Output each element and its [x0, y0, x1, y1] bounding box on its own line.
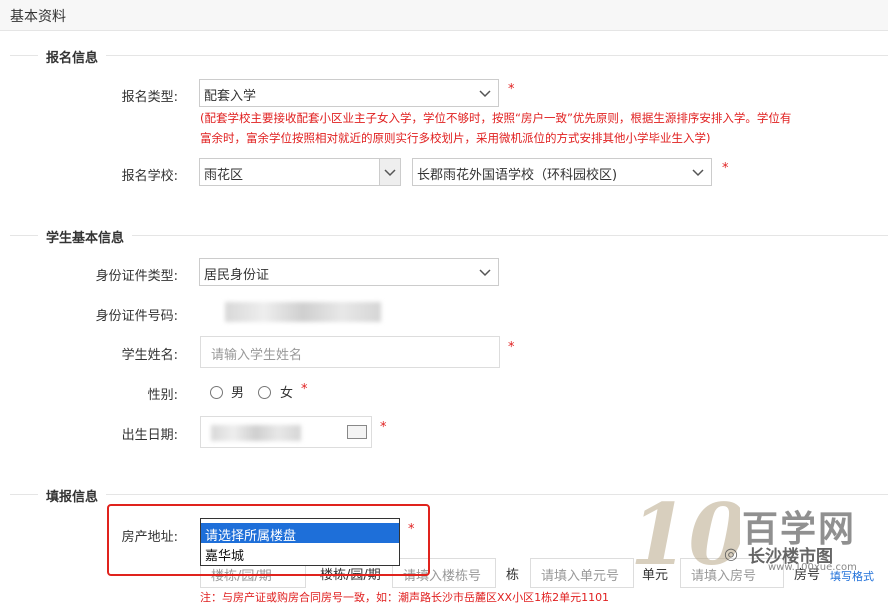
gender-male-radio[interactable]	[210, 386, 223, 399]
format-link[interactable]: 填写格式	[830, 568, 874, 584]
enroll-school-label: 报名学校:	[121, 169, 178, 184]
section-title-student: 学生基本信息	[38, 227, 133, 246]
school-value: 长郡雨花外国语学校（环科园校区)	[417, 168, 618, 183]
id-number-label: 身份证件号码:	[95, 309, 178, 324]
section-divider	[10, 235, 888, 236]
gender-female-label: 女	[280, 386, 294, 401]
chevron-down-icon	[384, 169, 396, 177]
student-name-label: 学生姓名:	[121, 348, 178, 363]
birth-date-input[interactable]	[200, 416, 372, 448]
building-unit-text: 栋	[506, 568, 520, 583]
enroll-type-value: 配套入学	[204, 89, 257, 104]
enroll-type-select[interactable]: 配套入学	[199, 79, 499, 107]
unit-number-placeholder: 请填入单元号	[541, 569, 620, 584]
section-title-fill: 填报信息	[38, 486, 107, 505]
gender-male-label: 男	[231, 386, 245, 401]
chevron-down-icon	[479, 90, 491, 98]
required-mark: *	[722, 161, 729, 176]
required-mark: *	[301, 382, 308, 397]
id-type-value: 居民身份证	[204, 268, 270, 283]
calendar-icon[interactable]	[347, 425, 367, 439]
watermark-wechat-account: 长沙楼市图	[748, 547, 833, 567]
enroll-note-line2: 富余时，富余学位按照相对就近的原则实行多校划片，采用微机派位的方式安排其他小学毕…	[200, 131, 711, 145]
footer-note: 注：与房产证或购房合同房号一致，如：潮声路长沙市岳麓区XX小区1栋2单元1101	[200, 591, 610, 604]
enroll-note: (配套学校主要接收配套小区业主子女入学，学位不够时，按照“房户一致”优先原则，根…	[200, 108, 840, 148]
school-select[interactable]: 长郡雨花外国语学校（环科园校区)	[412, 158, 712, 186]
student-name-input[interactable]: 请输入学生姓名	[200, 336, 500, 368]
section-divider	[10, 55, 888, 56]
required-mark: *	[508, 82, 515, 97]
page-title: 基本资料	[10, 9, 66, 25]
section-title-enroll: 报名信息	[38, 47, 107, 66]
required-mark: *	[508, 340, 515, 355]
page-header: 基本资料	[0, 0, 888, 31]
id-number-blurred	[225, 302, 381, 322]
required-mark: *	[380, 420, 387, 435]
birth-date-label: 出生日期:	[121, 428, 178, 443]
gender-label: 性别:	[147, 388, 178, 403]
enroll-type-label: 报名类型:	[121, 90, 178, 105]
id-type-select[interactable]: 居民身份证	[199, 258, 499, 286]
wechat-icon: ◎	[724, 544, 738, 563]
chevron-down-icon	[479, 269, 491, 277]
district-select[interactable]: 雨花区	[199, 158, 401, 186]
chevron-down-icon	[692, 169, 704, 177]
district-value: 雨花区	[204, 168, 244, 183]
id-type-label: 身份证件类型:	[95, 269, 178, 284]
enroll-note-line1: (配套学校主要接收配套小区业主子女入学，学位不够时，按照“房户一致”优先原则，根…	[200, 111, 792, 125]
watermark: 100 百学网 www.100xue.com ◎ 长沙楼市图 填写格式	[630, 485, 888, 584]
highlight-annotation	[107, 504, 430, 576]
student-name-placeholder: 请输入学生姓名	[211, 348, 303, 363]
unit-number-input[interactable]: 请填入单元号	[530, 558, 634, 588]
gender-female-radio[interactable]	[258, 386, 271, 399]
birth-date-blurred	[211, 425, 301, 441]
